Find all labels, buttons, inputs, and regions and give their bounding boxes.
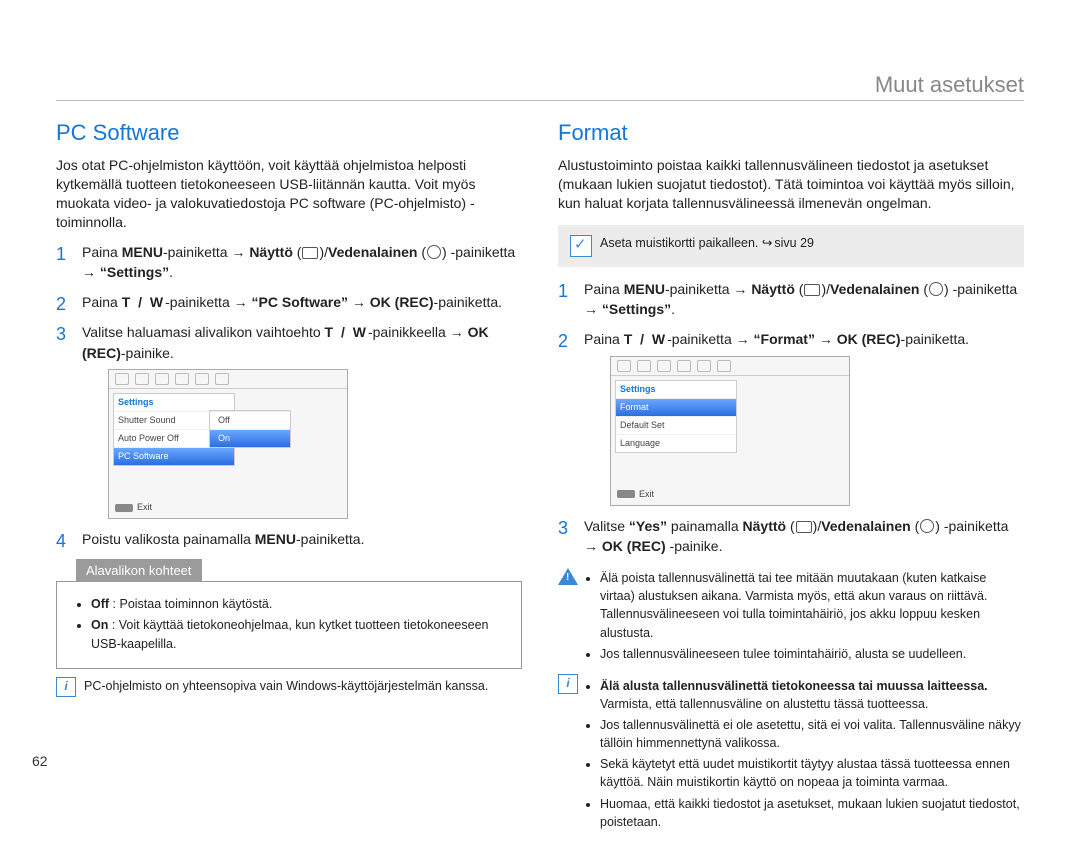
arrow-icon xyxy=(733,281,747,297)
right-column: Format Alustustoiminto poistaa kaikki ta… xyxy=(558,120,1024,842)
step-4: 4 Poistu valikosta painamalla MENU-paini… xyxy=(56,529,522,549)
lcd-screenshot-pc-software: Settings Shutter Sound Auto Power Off PC… xyxy=(108,369,348,519)
page-number: 62 xyxy=(32,753,48,769)
menu-key-icon xyxy=(617,490,635,498)
arrow-icon xyxy=(584,301,598,317)
arrow-icon xyxy=(736,331,750,347)
back-arrow-icon xyxy=(762,236,774,250)
display-icon xyxy=(796,521,812,533)
display-icon xyxy=(804,284,820,296)
info-insert-card: Aseta muistikortti paikalleen. sivu 29 xyxy=(558,225,1024,267)
section-header: Muut asetukset xyxy=(875,72,1024,98)
pc-software-note: i PC-ohjelmisto on yhteensopiva vain Win… xyxy=(56,677,522,697)
underwater-icon xyxy=(929,282,943,296)
underwater-icon xyxy=(427,245,441,259)
format-notes: i Älä alusta tallennusvälinettä tietokon… xyxy=(558,674,1024,834)
pc-software-intro: Jos otat PC-ohjelmiston käyttöön, voit k… xyxy=(56,156,522,232)
manual-page: Muut asetukset 62 PC Software Jos otat P… xyxy=(0,0,1080,825)
note-icon: i xyxy=(558,674,578,694)
check-icon xyxy=(570,235,592,257)
format-warning: Älä poista tallennusvälinettä tai tee mi… xyxy=(558,566,1024,666)
arrow-icon xyxy=(819,331,833,347)
step-1: 1 Paina MENU-painiketta Näyttö ()/Vedena… xyxy=(558,279,1024,320)
arrow-icon xyxy=(82,264,96,280)
note-icon: i xyxy=(56,677,76,697)
format-steps: 1 Paina MENU-painiketta Näyttö ()/Vedena… xyxy=(558,279,1024,556)
left-column: PC Software Jos otat PC-ohjelmiston käyt… xyxy=(56,120,522,842)
format-intro: Alustustoiminto poistaa kaikki tallennus… xyxy=(558,156,1024,213)
step-1: 1 Paina MENU-painiketta Näyttö ()/Vedena… xyxy=(56,242,522,283)
pc-software-heading: PC Software xyxy=(56,120,522,146)
arrow-icon xyxy=(231,244,245,260)
header-rule xyxy=(56,100,1024,101)
lcd-screenshot-format: Settings Format Default Set Language Exi… xyxy=(610,356,850,506)
step-3: 3 Valitse haluamasi alivalikon vaihtoeht… xyxy=(56,322,522,519)
arrow-icon xyxy=(450,324,464,340)
step-2: 2 Paina T / W-painiketta “PC Software” O… xyxy=(56,292,522,312)
arrow-icon xyxy=(234,294,248,310)
menu-key-icon xyxy=(115,504,133,512)
arrow-icon xyxy=(584,538,598,554)
format-heading: Format xyxy=(558,120,1024,146)
arrow-icon xyxy=(352,294,366,310)
two-column-layout: PC Software Jos otat PC-ohjelmiston käyt… xyxy=(56,120,1024,842)
step-2: 2 Paina T / W-painiketta “Format” OK (RE… xyxy=(558,329,1024,505)
underwater-icon xyxy=(920,519,934,533)
step-3: 3 Valitse “Yes” painamalla Näyttö ()/Ved… xyxy=(558,516,1024,557)
submenu-items-box: Alavalikon kohteet Off : Poistaa toiminn… xyxy=(56,559,522,668)
warning-icon xyxy=(558,568,578,585)
display-icon xyxy=(302,247,318,259)
pc-software-steps: 1 Paina MENU-painiketta Näyttö ()/Vedena… xyxy=(56,242,522,550)
submenu-items-heading: Alavalikon kohteet xyxy=(76,559,202,582)
